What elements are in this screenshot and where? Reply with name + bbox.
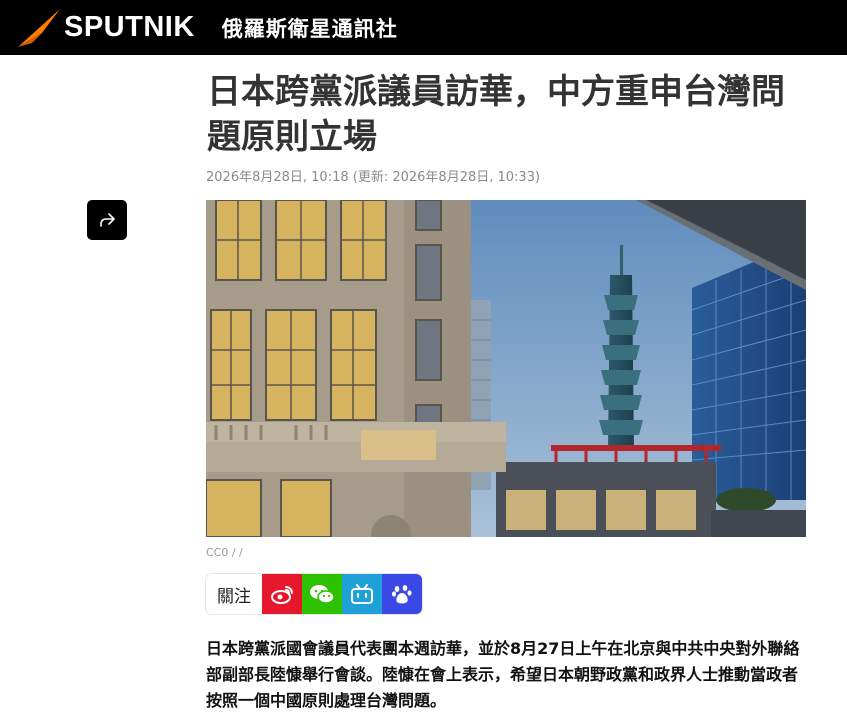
share-button[interactable] — [87, 200, 127, 240]
site-header: SPUTNIK 俄羅斯衛星通訊社 — [0, 0, 847, 55]
article-lead: 日本跨黨派國會議員代表團本週訪華，並於8月27日上午在北京與中共中央對外聯絡部副… — [206, 639, 800, 710]
baidu-button[interactable] — [382, 574, 422, 614]
share-icon — [100, 213, 115, 227]
wechat-button[interactable] — [302, 574, 342, 614]
image-credit[interactable]: CC0 / / — [206, 546, 243, 559]
bilibili-button[interactable] — [342, 574, 382, 614]
bilibili-icon — [351, 584, 373, 604]
sputnik-arrow-icon — [18, 8, 60, 47]
article-title: 日本跨黨派議員訪華，中方重申台灣問題原則立場 — [207, 72, 785, 157]
article-photo — [206, 200, 806, 537]
wechat-icon — [310, 585, 335, 604]
follow-bar: 關注 — [206, 574, 422, 614]
article-meta: 2026年8月28日, 10:18 (更新: 2026年8月28日, 10:33… — [206, 170, 541, 185]
logo-text: SPUTNIK — [64, 11, 195, 43]
follow-label: 關注 — [206, 574, 262, 614]
brand-subtitle[interactable]: 俄羅斯衛星通訊社 — [222, 13, 398, 43]
weibo-button[interactable] — [262, 574, 302, 614]
weibo-icon — [271, 586, 293, 604]
sputnik-logo[interactable]: SPUTNIK — [16, 7, 195, 49]
baidu-icon — [392, 585, 412, 604]
